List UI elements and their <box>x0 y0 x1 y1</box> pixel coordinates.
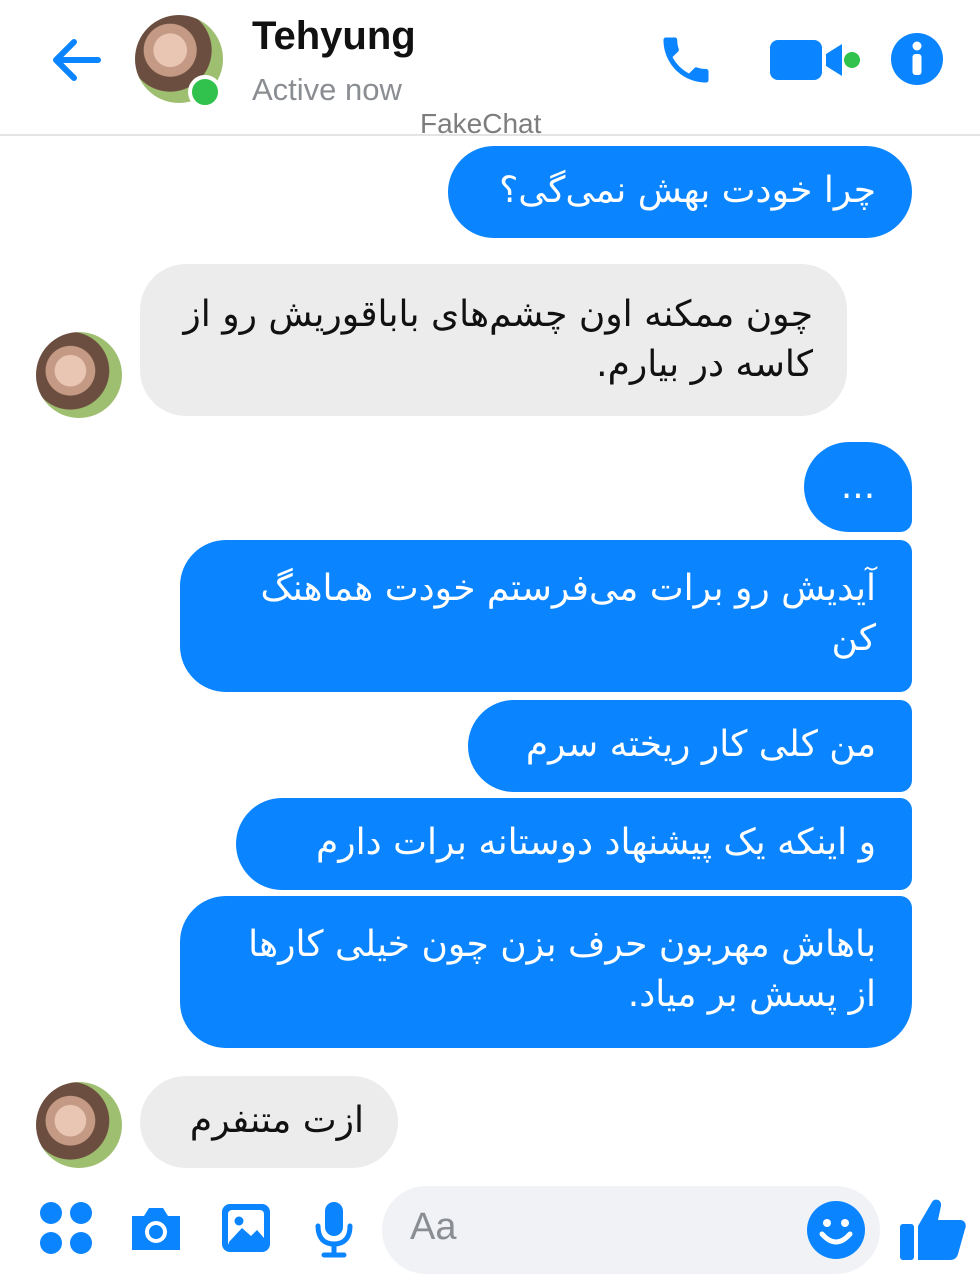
watermark: FakeChat <box>420 108 542 139</box>
info-icon[interactable] <box>890 32 944 86</box>
gallery-icon[interactable] <box>220 1202 272 1254</box>
sender-avatar[interactable] <box>36 1082 122 1168</box>
message-bubble[interactable]: چرا خودت بهش نمی‌گی؟ <box>448 146 912 238</box>
message-bubble[interactable]: باهاش مهربون حرف بزن چون خیلی کارها از پ… <box>180 896 912 1048</box>
phone-icon[interactable] <box>656 30 716 90</box>
camera-icon[interactable] <box>128 1204 184 1254</box>
online-status-dot <box>188 75 222 109</box>
thumbs-up-icon[interactable] <box>898 1194 968 1264</box>
apps-icon[interactable] <box>38 1200 94 1256</box>
message-bubble[interactable]: چون ممکنه اون چشم‌های باباقوریش رو از کا… <box>140 264 847 416</box>
message-bubble[interactable]: ازت متنفرم <box>140 1076 398 1168</box>
contact-name[interactable]: Tehyung <box>252 14 416 59</box>
message-input-placeholder: Aa <box>410 1206 457 1248</box>
message-bubble[interactable]: و اینکه یک پیشنهاد دوستانه برات دارم <box>236 798 912 890</box>
contact-status: Active now <box>252 72 402 107</box>
message-bubble[interactable]: آیدیش رو برات می‌فرستم خودت هماهنگ کن <box>180 540 912 692</box>
video-camera-icon[interactable] <box>768 36 868 84</box>
chat-header: Tehyung Active now FakeChat <box>0 0 980 139</box>
sender-avatar[interactable] <box>36 332 122 418</box>
back-arrow-icon[interactable] <box>48 32 104 88</box>
emoji-icon[interactable] <box>806 1200 866 1260</box>
message-bubble[interactable]: ... <box>804 442 912 532</box>
message-bubble[interactable]: من کلی کار ریخته سرم <box>468 700 912 792</box>
microphone-icon[interactable] <box>314 1200 354 1258</box>
